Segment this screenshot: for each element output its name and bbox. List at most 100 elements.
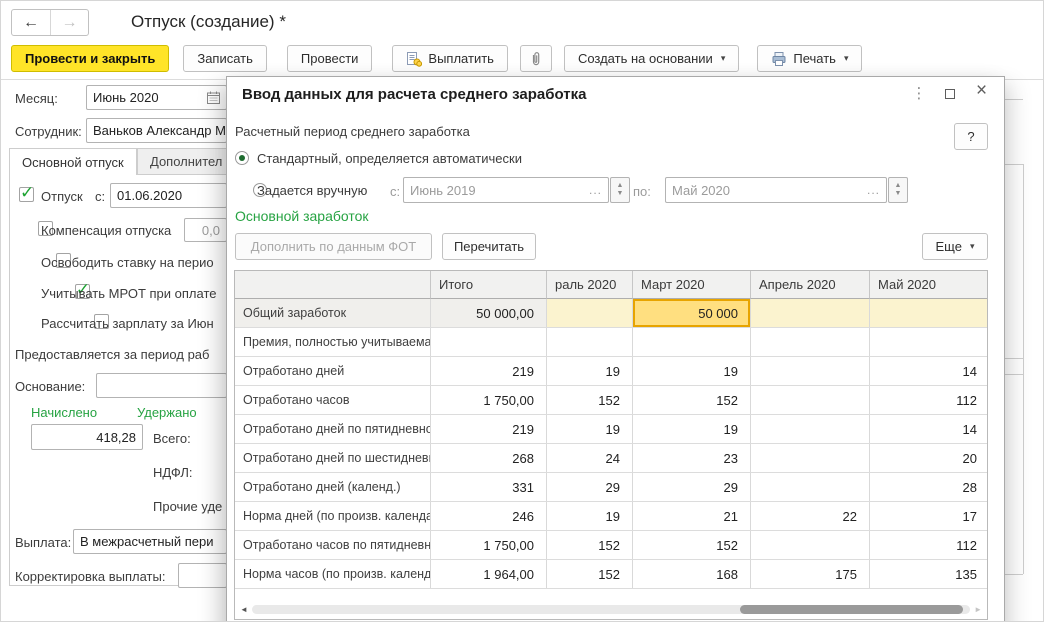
scrollbar-thumb[interactable] — [740, 605, 963, 614]
scroll-left-icon[interactable]: ◄ — [240, 604, 248, 615]
spin-up-icon[interactable]: ▲ — [617, 182, 624, 190]
maximize-icon[interactable] — [945, 89, 955, 99]
table-cell[interactable]: 135 — [870, 560, 988, 588]
table-cell[interactable] — [633, 328, 751, 356]
row-label[interactable]: Норма часов (по произв. календа… — [235, 560, 431, 588]
table-cell[interactable]: 23 — [633, 444, 751, 472]
adjustment-input[interactable] — [178, 563, 227, 588]
column-header[interactable]: Итого — [431, 271, 547, 299]
table-cell[interactable]: 19 — [633, 415, 751, 443]
period-to-spinner[interactable]: ▲ ▼ — [888, 177, 908, 203]
table-cell[interactable]: 331 — [431, 473, 547, 501]
table-cell[interactable]: 1 750,00 — [431, 531, 547, 559]
forward-icon[interactable]: → — [50, 10, 88, 35]
table-cell[interactable]: 19 — [547, 415, 633, 443]
column-header[interactable]: раль 2020 — [547, 271, 633, 299]
table-cell[interactable]: 246 — [431, 502, 547, 530]
table-cell[interactable]: 50 000,00 — [431, 299, 547, 327]
help-button[interactable]: ? — [954, 123, 988, 150]
table-cell[interactable] — [870, 299, 988, 327]
close-icon[interactable]: × — [976, 80, 987, 102]
table-cell[interactable]: 112 — [870, 386, 988, 414]
table-cell[interactable] — [751, 415, 870, 443]
table-cell[interactable]: 219 — [431, 357, 547, 385]
basis-input[interactable] — [96, 373, 227, 398]
payout-select[interactable]: В межрасчетный пери — [73, 529, 227, 554]
table-cell[interactable] — [751, 531, 870, 559]
row-label[interactable]: Отработано часов по пятидневно… — [235, 531, 431, 559]
table-cell[interactable] — [751, 444, 870, 472]
save-button[interactable]: Записать — [183, 45, 267, 72]
table-cell[interactable]: 22 — [751, 502, 870, 530]
calendar-icon[interactable] — [207, 91, 220, 104]
radio-standard-period[interactable] — [235, 151, 249, 165]
table-cell[interactable]: 152 — [633, 531, 751, 559]
table-cell[interactable]: 168 — [633, 560, 751, 588]
table-cell[interactable]: 24 — [547, 444, 633, 472]
row-label[interactable]: Отработано часов — [235, 386, 431, 414]
spin-down-icon[interactable]: ▼ — [617, 190, 624, 198]
table-cell[interactable] — [751, 328, 870, 356]
horizontal-scrollbar[interactable]: ◄ ► — [240, 604, 982, 615]
table-cell[interactable] — [751, 386, 870, 414]
back-icon[interactable]: ← — [12, 10, 50, 35]
table-cell[interactable]: 175 — [751, 560, 870, 588]
row-label[interactable]: Общий заработок — [235, 299, 431, 327]
month-input[interactable]: Июнь 2020 — [86, 85, 227, 110]
column-header[interactable]: Апрель 2020 — [751, 271, 870, 299]
employee-input[interactable]: Ваньков Александр М — [86, 118, 227, 143]
table-cell[interactable]: 28 — [870, 473, 988, 501]
accrued-input[interactable]: 418,28 — [31, 424, 143, 450]
tab-main-vacation[interactable]: Основной отпуск — [9, 148, 137, 175]
row-label[interactable]: Отработано дней — [235, 357, 431, 385]
table-cell[interactable]: 152 — [547, 386, 633, 414]
table-cell[interactable]: 14 — [870, 357, 988, 385]
row-label[interactable]: Отработано дней по шестидневно… — [235, 444, 431, 472]
vacation-from-input[interactable]: 01.06.2020 — [110, 183, 227, 208]
pay-button[interactable]: Выплатить — [392, 45, 508, 72]
create-based-on-button[interactable]: Создать на основании ▾ — [564, 45, 739, 72]
table-cell[interactable]: 29 — [547, 473, 633, 501]
table-cell[interactable] — [751, 357, 870, 385]
table-cell[interactable]: 152 — [547, 531, 633, 559]
table-cell[interactable]: 17 — [870, 502, 988, 530]
fill-from-fot-button[interactable]: Дополнить по данным ФОТ — [235, 233, 432, 260]
more-button[interactable]: Еще ▾ — [922, 233, 988, 260]
scrollbar-track[interactable] — [252, 605, 970, 614]
kebab-menu-icon[interactable]: ⋮ — [911, 84, 927, 102]
period-to-input[interactable]: Май 2020 ... — [665, 177, 887, 203]
row-label[interactable]: Норма дней (по произв. календар… — [235, 502, 431, 530]
table-cell[interactable]: 19 — [547, 357, 633, 385]
table-cell[interactable] — [431, 328, 547, 356]
table-cell[interactable]: 29 — [633, 473, 751, 501]
compensation-days-input[interactable]: 0,0 — [184, 218, 227, 242]
period-from-input[interactable]: Июнь 2019 ... — [403, 177, 609, 203]
row-label[interactable]: Отработано дней (календ.) — [235, 473, 431, 501]
reread-button[interactable]: Перечитать — [442, 233, 536, 260]
row-label[interactable]: Отработано дней по пятидневной … — [235, 415, 431, 443]
table-cell[interactable]: 21 — [633, 502, 751, 530]
choose-icon[interactable]: ... — [861, 183, 880, 197]
table-cell[interactable]: 1 964,00 — [431, 560, 547, 588]
table-cell[interactable]: 152 — [547, 560, 633, 588]
spin-down-icon[interactable]: ▼ — [895, 190, 902, 198]
table-cell[interactable]: 152 — [633, 386, 751, 414]
choose-icon[interactable]: ... — [583, 183, 602, 197]
table-cell[interactable]: 112 — [870, 531, 988, 559]
spin-up-icon[interactable]: ▲ — [895, 182, 902, 190]
table-cell[interactable]: 219 — [431, 415, 547, 443]
post-button[interactable]: Провести — [287, 45, 373, 72]
attachments-button[interactable] — [520, 45, 552, 72]
column-header[interactable]: Март 2020 — [633, 271, 751, 299]
table-cell[interactable]: 1 750,00 — [431, 386, 547, 414]
table-cell[interactable]: 20 — [870, 444, 988, 472]
table-cell[interactable] — [547, 328, 633, 356]
print-button[interactable]: Печать ▾ — [757, 45, 862, 72]
scroll-right-icon[interactable]: ► — [974, 604, 982, 615]
table-cell[interactable] — [751, 299, 870, 327]
table-cell[interactable]: 14 — [870, 415, 988, 443]
column-header[interactable]: Май 2020 — [870, 271, 988, 299]
period-from-spinner[interactable]: ▲ ▼ — [610, 177, 630, 203]
vacation-checkbox[interactable] — [19, 187, 34, 202]
post-and-close-button[interactable]: Провести и закрыть — [11, 45, 169, 72]
